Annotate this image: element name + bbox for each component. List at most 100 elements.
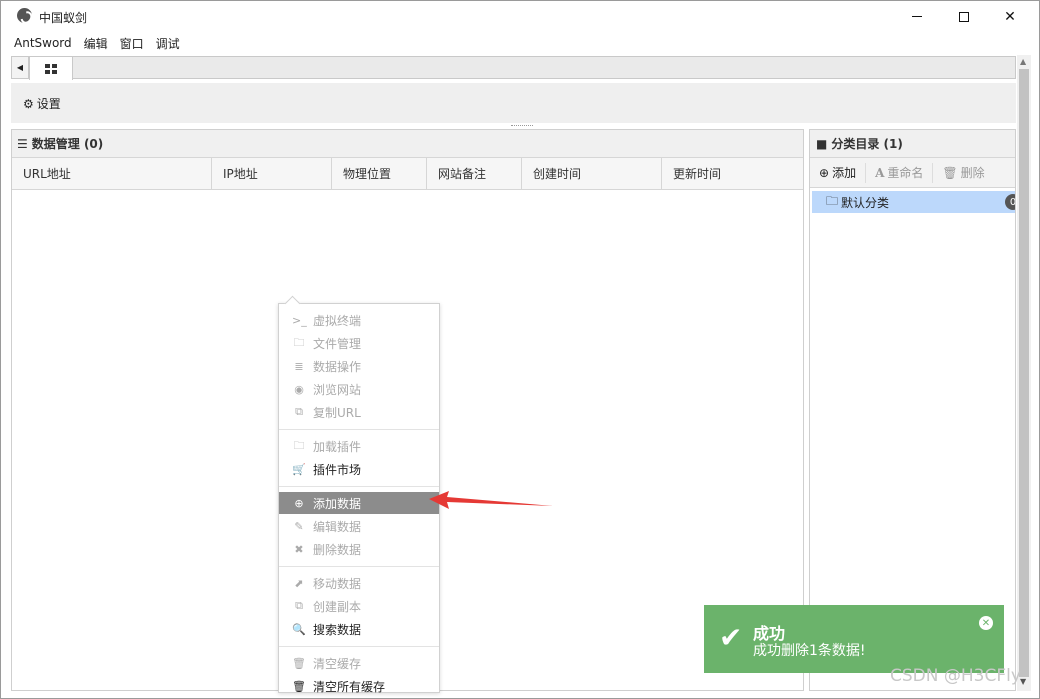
cart-icon: 🛒 xyxy=(292,462,306,476)
terminal-icon: >_ xyxy=(292,313,307,327)
menu-item-edit-data[interactable]: ✎ 编辑数据 xyxy=(279,515,439,537)
add-category-button[interactable]: ⊕ 添加 xyxy=(810,162,867,183)
menu-window[interactable]: 窗口 xyxy=(120,35,144,52)
column-updated[interactable]: 更新时间 xyxy=(662,158,803,189)
close-window-button[interactable]: ✕ xyxy=(987,1,1033,32)
rename-category-button[interactable]: A 重命名 xyxy=(866,162,934,183)
menu-separator xyxy=(279,646,439,647)
menu-item-browse-site[interactable]: ◉ 浏览网站 xyxy=(279,378,439,400)
menu-item-label: 插件市场 xyxy=(313,462,362,477)
menu-item-label: 数据操作 xyxy=(313,359,362,374)
scroll-up-icon[interactable]: ▲ xyxy=(1020,57,1026,66)
toast-message: 成功删除1条数据! xyxy=(753,643,866,659)
menu-item-delete-data[interactable]: ✖ 删除数据 xyxy=(279,538,439,560)
menu-separator xyxy=(279,486,439,487)
column-note[interactable]: 网站备注 xyxy=(427,158,522,189)
menu-item-label: 添加数据 xyxy=(313,496,362,511)
category-item-default[interactable]: 🗀 默认分类 xyxy=(812,191,1015,213)
trash-icon: 🗑 xyxy=(292,679,306,693)
layout-splitter-handle[interactable] xyxy=(511,125,533,127)
close-icon: ✖ xyxy=(294,542,304,556)
annotation-arrow-icon xyxy=(429,491,553,509)
column-location[interactable]: 物理位置 xyxy=(332,158,427,189)
settings-button[interactable]: ⚙ 设置 xyxy=(23,95,61,112)
antsword-window: 中国蚁剑 ✕ AntSword 编辑 窗口 调试 ◀ ▲ ▼ ⚙ 设置 ☰ 数据… xyxy=(0,0,1040,699)
plus-circle-icon: ⊕ xyxy=(819,165,830,180)
menu-item-copy-url[interactable]: ⧉ 复制URL xyxy=(279,401,439,423)
delete-category-button[interactable]: 🗑 删除 xyxy=(933,163,993,183)
column-url[interactable]: URL地址 xyxy=(12,158,212,189)
watermark: CSDN @H3CFly xyxy=(890,666,1021,686)
menu-item-search-data[interactable]: 🔍 搜索数据 xyxy=(279,618,439,640)
browser-icon: ◉ xyxy=(294,382,304,396)
gear-icon: ⚙ xyxy=(23,96,34,111)
menu-item-clear-all-cache[interactable]: 🗑 清空所有缓存 xyxy=(279,675,439,697)
folder-icon: ■ xyxy=(816,136,828,151)
grid-icon xyxy=(45,63,57,74)
toast-close-button[interactable]: ✕ xyxy=(979,616,993,630)
menu-debug[interactable]: 调试 xyxy=(156,35,180,52)
trash-icon: 🗑 xyxy=(292,656,306,670)
menu-item-label: 加载插件 xyxy=(313,439,362,454)
maximize-button[interactable] xyxy=(941,1,987,32)
menu-item-label: 移动数据 xyxy=(313,576,362,591)
tab-scroll-left-button[interactable]: ◀ xyxy=(12,57,29,78)
scrollbar-thumb[interactable] xyxy=(1019,69,1029,677)
menu-item-label: 清空所有缓存 xyxy=(313,679,386,694)
scroll-down-icon[interactable]: ▼ xyxy=(1020,677,1026,686)
list-icon: ☰ xyxy=(17,136,28,151)
check-icon: ✔ xyxy=(719,621,743,654)
copy-icon: ⧉ xyxy=(295,405,303,418)
arrow-shape xyxy=(429,491,553,509)
menu-item-label: 浏览网站 xyxy=(313,382,362,397)
menu-item-label: 创建副本 xyxy=(313,599,362,614)
copy-icon: ⧉ xyxy=(295,599,303,612)
menu-item-label: 文件管理 xyxy=(313,336,362,351)
menu-item-create-copy[interactable]: ⧉ 创建副本 xyxy=(279,595,439,617)
menu-item-database[interactable]: ≣ 数据操作 xyxy=(279,355,439,377)
menu-antsword[interactable]: AntSword xyxy=(14,36,72,50)
menu-item-label: 清空缓存 xyxy=(313,656,362,671)
menu-item-plugin-market[interactable]: 🛒 插件市场 xyxy=(279,458,439,480)
category-toolbar: ⊕ 添加 A 重命名 🗑 删除 xyxy=(810,158,1015,188)
maximize-icon xyxy=(959,11,969,22)
window-title: 中国蚁剑 xyxy=(39,11,88,25)
column-ip[interactable]: IP地址 xyxy=(212,158,332,189)
context-menu: >_ 虚拟终端 🗀 文件管理 ≣ 数据操作 ◉ 浏览网站 ⧉ 复制URL 🗀 加… xyxy=(278,303,440,694)
data-panel-title: 数据管理 (0) xyxy=(31,137,104,151)
rename-category-label: 重命名 xyxy=(887,166,924,180)
close-icon: ✕ xyxy=(1004,8,1016,25)
menu-edit[interactable]: 编辑 xyxy=(84,35,108,52)
menu-bar: AntSword 编辑 窗口 调试 xyxy=(1,32,1039,54)
menu-item-label: 虚拟终端 xyxy=(313,313,362,328)
menu-item-label: 复制URL xyxy=(313,405,361,420)
category-panel-header: ■ 分类目录 (1) xyxy=(810,130,1015,158)
menu-item-clear-cache[interactable]: 🗑 清空缓存 xyxy=(279,652,439,674)
menu-item-add-data[interactable]: ⊕ 添加数据 xyxy=(279,492,439,514)
database-icon: ≣ xyxy=(294,359,304,373)
menu-separator xyxy=(279,429,439,430)
folder-icon: 🗀 xyxy=(293,335,305,349)
delete-category-label: 删除 xyxy=(960,166,985,180)
category-item-label: 默认分类 xyxy=(841,195,890,210)
share-icon: ⬈ xyxy=(294,576,304,590)
menu-item-move-data[interactable]: ⬈ 移动数据 xyxy=(279,572,439,594)
menu-item-load-plugin[interactable]: 🗀 加载插件 xyxy=(279,435,439,457)
folder-icon: 🗀 xyxy=(293,438,305,452)
title-bar: 中国蚁剑 ✕ xyxy=(1,1,1039,32)
menu-item-file-manager[interactable]: 🗀 文件管理 xyxy=(279,332,439,354)
search-icon: 🔍 xyxy=(292,622,306,636)
column-created[interactable]: 创建时间 xyxy=(522,158,662,189)
tab-home[interactable] xyxy=(29,56,73,80)
minimize-button[interactable] xyxy=(894,1,940,32)
category-count-badge: 0 xyxy=(1005,194,1015,210)
settings-label: 设置 xyxy=(36,97,61,111)
add-category-label: 添加 xyxy=(832,166,857,180)
vertical-scrollbar[interactable]: ▲ ▼ xyxy=(1017,55,1031,691)
trash-icon: 🗑 xyxy=(942,165,958,180)
data-grid-header: URL地址 IP地址 物理位置 网站备注 创建时间 更新时间 xyxy=(12,158,803,190)
menu-item-label: 搜索数据 xyxy=(313,622,362,637)
menu-item-label: 删除数据 xyxy=(313,542,362,557)
category-panel-title: 分类目录 (1) xyxy=(831,137,903,151)
menu-item-virtual-terminal[interactable]: >_ 虚拟终端 xyxy=(279,309,439,331)
